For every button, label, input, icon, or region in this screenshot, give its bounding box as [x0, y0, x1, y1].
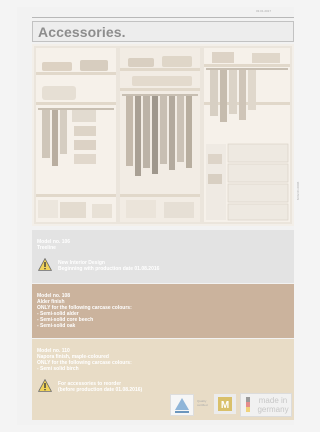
- section-model-106: Model no. 106 Treeline New Interior Desi…: [32, 230, 294, 283]
- notice: New Interior Design Beginning with produ…: [38, 258, 159, 272]
- svg-text:M: M: [221, 400, 229, 411]
- section-text: Model no. 110 Napora finish, maple-colou…: [37, 348, 132, 372]
- section-line: - Semi-solid oak: [37, 323, 76, 329]
- warning-icon: [38, 379, 52, 392]
- section-line: Treeline: [37, 245, 56, 251]
- certification-label: Quality certified: [197, 399, 208, 407]
- vertical-code: M 02.01.0006: [296, 181, 300, 200]
- top-rule: [32, 17, 294, 18]
- title-box: Accessories.: [32, 21, 294, 42]
- wardrobe-photo: [32, 44, 294, 226]
- made-in-germany-logo: made in germany: [240, 393, 292, 417]
- flag-icon: [246, 397, 250, 412]
- section-text: Model no. 108 Alder finish ONLY for the …: [37, 293, 132, 329]
- certification-logo: Quality certified: [170, 394, 208, 416]
- certification-mark-icon: [175, 398, 189, 413]
- logo-strip: Quality certified M made in germany: [170, 392, 292, 418]
- page-code: 03.01.2017: [256, 9, 272, 13]
- notice-line: Beginning with production date 01.08.201…: [58, 266, 160, 272]
- made-in-line: made in: [258, 396, 288, 405]
- page-title: Accessories.: [38, 24, 126, 40]
- warning-icon: [38, 258, 52, 271]
- made-in-line: germany: [257, 405, 289, 414]
- section-model-108: Model no. 108 Alder finish ONLY for the …: [32, 284, 294, 338]
- certification-label-line: certified: [197, 403, 208, 407]
- notice-line: (before production date 01.08.2016): [58, 387, 143, 393]
- notice: For accessories to reorder (before produ…: [38, 379, 142, 393]
- section-line: - Semi solid birch: [37, 366, 79, 372]
- section-text: Model no. 106 Treeline: [37, 239, 70, 251]
- quality-seal-icon: M: [214, 394, 236, 414]
